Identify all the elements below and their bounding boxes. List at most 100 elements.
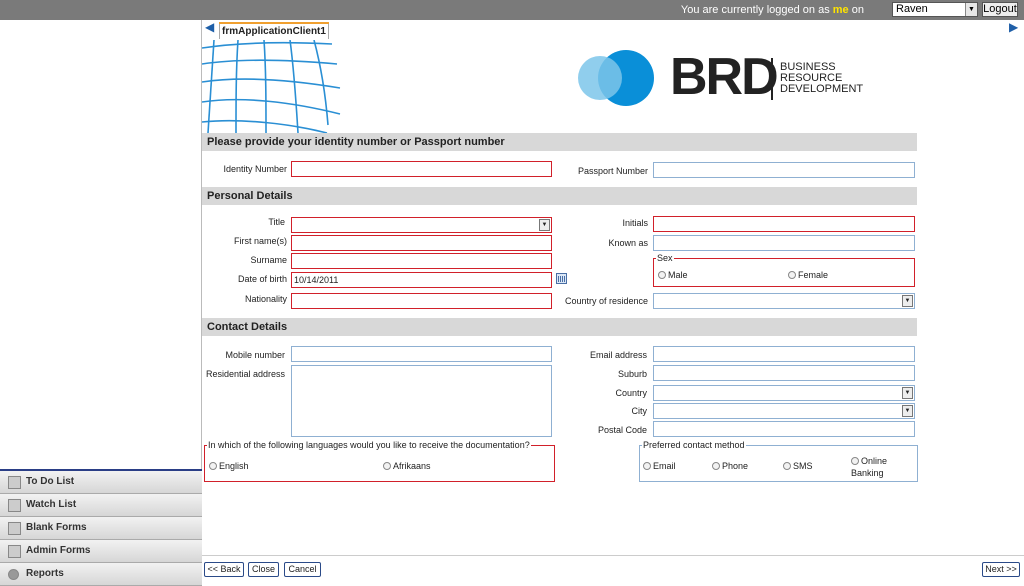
preferred-phone-label: Phone [722, 461, 749, 471]
chevron-down-icon[interactable]: ▼ [902, 295, 913, 307]
logout-button[interactable]: Logout [982, 2, 1018, 17]
sidebar-item-blank-forms[interactable]: Blank Forms [0, 517, 202, 540]
tab-scroll-right-icon[interactable]: ▶ [1009, 20, 1018, 34]
chevron-down-icon[interactable]: ▼ [539, 219, 550, 231]
logged-prefix: You are currently logged on as [680, 4, 830, 16]
preferred-email-label: Email [653, 461, 676, 471]
residential-address-label: Residential address [205, 369, 285, 379]
calendar-icon[interactable] [556, 273, 567, 284]
country-label: Country [615, 388, 647, 398]
environment-select-value: Raven [896, 3, 928, 15]
city-label: City [631, 406, 648, 416]
chevron-down-icon[interactable]: ▼ [902, 387, 913, 399]
radio-icon [658, 271, 666, 279]
sidebar-item-label: Admin Forms [26, 545, 91, 556]
sidebar-item-label: Blank Forms [26, 522, 87, 533]
radio-icon [783, 462, 791, 470]
email-address-input[interactable] [653, 346, 915, 362]
sex-male-label: Male [668, 270, 688, 280]
nationality-label: Nationality [244, 294, 287, 304]
language-afrikaans-radio[interactable]: Afrikaans [383, 461, 431, 471]
cancel-button[interactable]: Cancel [284, 562, 321, 577]
preferred-phone-radio[interactable]: Phone [712, 461, 748, 471]
identity-number-label: Identity Number [223, 164, 287, 174]
sidebar-item-reports[interactable]: Reports [0, 563, 202, 586]
bottom-action-bar [202, 555, 1024, 584]
radio-icon [788, 271, 796, 279]
banner-grid-graphic [202, 40, 341, 133]
environment-select[interactable]: Raven ▼ [892, 2, 978, 17]
date-of-birth-input[interactable]: 10/14/2011 [291, 272, 552, 288]
logged-user: me [832, 4, 849, 16]
surname-input[interactable] [291, 253, 552, 269]
personal-section-header: Personal Details [202, 187, 917, 205]
sidebar-nav: To Do List Watch List Blank Forms Admin … [0, 469, 202, 586]
language-english-radio[interactable]: English [209, 461, 249, 471]
known-as-input[interactable] [653, 235, 915, 251]
tab-frm-application-client[interactable]: frmApplicationClient1 [219, 22, 329, 39]
residential-address-textarea[interactable] [291, 365, 552, 437]
preferred-contact-group: Preferred contact method Email Phone SMS… [639, 440, 918, 482]
mobile-number-label: Mobile number [225, 350, 285, 360]
language-afrikaans-label: Afrikaans [393, 461, 431, 471]
sex-female-radio[interactable]: Female [788, 270, 828, 280]
language-legend: In which of the following languages woul… [207, 440, 531, 450]
reports-icon [8, 569, 19, 580]
next-button[interactable]: Next >> [982, 562, 1020, 577]
radio-icon [851, 457, 859, 465]
preferred-contact-legend: Preferred contact method [642, 440, 746, 450]
postal-code-input[interactable] [653, 421, 915, 437]
passport-number-label: Passport Number [577, 166, 648, 176]
sex-female-label: Female [798, 270, 829, 280]
chevron-down-icon[interactable]: ▼ [902, 405, 913, 417]
identity-section-header: Please provide your identity number or P… [202, 133, 917, 151]
surname-label: Surname [250, 255, 287, 265]
suburb-label: Suburb [617, 369, 647, 379]
initials-label: Initials [622, 218, 648, 228]
logo-divider [771, 58, 773, 100]
preferred-online-banking-radio[interactable]: Online Banking [851, 455, 887, 479]
language-group: In which of the following languages woul… [204, 440, 555, 482]
postal-code-label: Postal Code [597, 425, 647, 435]
known-as-label: Known as [608, 238, 648, 248]
country-of-residence-select[interactable]: ▼ [653, 293, 915, 309]
nationality-input[interactable] [291, 293, 552, 309]
mobile-number-input[interactable] [291, 346, 552, 362]
sidebar-item-admin-forms[interactable]: Admin Forms [0, 540, 202, 563]
sex-legend: Sex [656, 253, 674, 263]
date-of-birth-label: Date of birth [237, 274, 287, 284]
logged-suffix: on [851, 4, 864, 16]
blank-forms-icon [8, 522, 21, 535]
first-name-label: First name(s) [233, 236, 287, 246]
first-name-input[interactable] [291, 235, 552, 251]
tab-scroll-left-icon[interactable]: ◀ [205, 20, 214, 34]
watch-list-icon [8, 499, 21, 512]
preferred-email-radio[interactable]: Email [643, 461, 676, 471]
preferred-sms-radio[interactable]: SMS [783, 461, 813, 471]
city-select[interactable]: ▼ [653, 403, 915, 419]
radio-icon [712, 462, 720, 470]
contact-section-header: Contact Details [202, 318, 917, 336]
sidebar-item-watch-list[interactable]: Watch List [0, 494, 202, 517]
country-select[interactable]: ▼ [653, 385, 915, 401]
sidebar-item-label: To Do List [26, 476, 75, 487]
passport-number-input[interactable] [653, 162, 915, 178]
sex-male-radio[interactable]: Male [658, 270, 688, 280]
initials-input[interactable] [653, 216, 915, 232]
suburb-input[interactable] [653, 365, 915, 381]
logged-on-text: You are currently logged on as me on [681, 4, 864, 16]
preferred-online-label-1: Online [861, 456, 888, 466]
sex-group: Sex Male Female [653, 253, 915, 287]
top-bar: You are currently logged on as me on Rav… [0, 0, 1024, 20]
close-button[interactable]: Close [248, 562, 279, 577]
admin-forms-icon [8, 545, 21, 558]
radio-icon [643, 462, 651, 470]
radio-icon [383, 462, 391, 470]
sidebar-item-label: Watch List [26, 499, 77, 510]
sidebar-item-to-do-list[interactable]: To Do List [0, 471, 202, 494]
back-button[interactable]: << Back [204, 562, 244, 577]
chevron-down-icon[interactable]: ▼ [965, 3, 977, 16]
language-english-label: English [219, 461, 249, 471]
identity-number-input[interactable] [291, 161, 552, 177]
title-select[interactable]: ▼ [291, 217, 552, 233]
